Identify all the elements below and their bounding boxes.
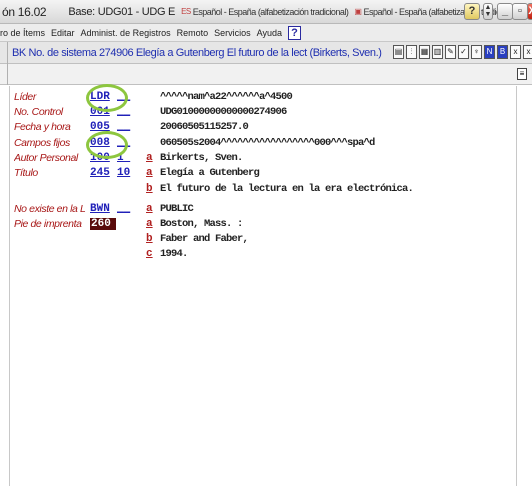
field-value[interactable]: 20060505115257.0 (160, 121, 249, 133)
subfield-code[interactable]: c (146, 248, 156, 260)
menu-administ-registros[interactable]: Administ. de Registros (81, 28, 171, 38)
subfield-code[interactable]: a (146, 218, 156, 230)
app-version: ón 16.02 (2, 4, 47, 19)
record-toolbar: ▤ ⫶ ▦ ▥ ✎ ✓ ♆ N B x x (393, 45, 532, 59)
language-selector-2[interactable]: ▣ Español - España (alfabetización tradi… (354, 7, 519, 17)
annotation-circle-ldr (86, 84, 128, 112)
field-tag-selected[interactable]: 260 (90, 218, 116, 230)
sub-toolbar: ≡ (0, 64, 532, 85)
title-bar: ón 16.02 Base: UDG01 - UDG E ES Español … (0, 0, 532, 24)
field-value[interactable]: Boston, Mass. : (160, 218, 243, 230)
help-icon[interactable]: ? (287, 25, 301, 40)
table-icon[interactable]: ▥ (432, 45, 443, 59)
field-row-245-b[interactable]: b El futuro de la lectura en la era elec… (0, 183, 532, 198)
split-icon[interactable]: ⫶ (406, 45, 417, 59)
field-label: Pie de imprenta (14, 218, 82, 230)
language-label-1: Español - España (alfabetización tradici… (192, 6, 349, 17)
field-label: Título (14, 167, 38, 179)
field-row-260-c[interactable]: c 1994. (0, 248, 532, 263)
menu-items[interactable]: ro de Ítems (0, 28, 45, 38)
field-value[interactable]: Faber and Faber, (160, 233, 249, 245)
printer-icon: ▣ (354, 7, 362, 16)
field-row-ldr[interactable]: Líder LDR __ ^^^^^nam^a22^^^^^^a^4500 (0, 91, 532, 106)
grid-icon[interactable]: ▦ (419, 45, 430, 59)
field-label: No. Control (14, 106, 63, 118)
subfield-code[interactable]: b (146, 183, 156, 195)
field-value[interactable]: UDG01000000000000274906 (160, 106, 287, 118)
field-row-260[interactable]: Pie de imprenta 260 a Boston, Mass. : (0, 218, 532, 233)
scroll-arrows-icon[interactable]: ▲ ▼ (483, 3, 493, 20)
subfield-code[interactable]: a (146, 152, 156, 164)
x-icon-1[interactable]: x (510, 45, 521, 59)
field-label: Líder (14, 91, 36, 103)
language-code: ES (181, 7, 191, 16)
minimize-button[interactable]: _ (497, 3, 513, 20)
field-label: Campos fijos (14, 137, 70, 149)
field-value[interactable]: 1994. (160, 248, 188, 260)
field-indicators[interactable]: 10 (117, 167, 145, 179)
field-value[interactable]: Birkerts, Sven. (160, 152, 243, 164)
x-icon-2[interactable]: x (523, 45, 532, 59)
field-label: Autor Personal (14, 152, 78, 164)
panel-edge (0, 64, 8, 85)
field-indicators[interactable]: __ (117, 203, 145, 215)
pen-icon[interactable]: ✎ (445, 45, 456, 59)
help-button[interactable]: ? (464, 3, 480, 20)
field-value[interactable]: 060505s2004^^^^^^^^^^^^^^^^^000^^^spa^d (160, 137, 375, 149)
subfield-code[interactable]: b (146, 233, 156, 245)
menu-ayuda[interactable]: Ayuda (257, 28, 282, 38)
close-button[interactable]: X (527, 3, 532, 20)
field-indicators[interactable]: __ (117, 121, 145, 133)
database-label: Base: UDG01 - UDG E (68, 5, 176, 18)
field-label: Fecha y hora (14, 121, 71, 133)
subfield-code[interactable]: a (146, 203, 156, 215)
check-icon[interactable]: ✓ (458, 45, 469, 59)
field-row-100[interactable]: Autor Personal 100 1 a Birkerts, Sven. (0, 152, 532, 167)
field-row-008[interactable]: Campos fijos 008 __ 060505s2004^^^^^^^^^… (0, 137, 532, 152)
menu-remoto[interactable]: Remoto (177, 28, 209, 38)
n-icon[interactable]: N (484, 45, 495, 59)
record-title: BK No. de sistema 274906 Elegía a Gutenb… (12, 46, 382, 59)
b-icon[interactable]: B (497, 45, 508, 59)
record-header-bar: BK No. de sistema 274906 Elegía a Gutenb… (0, 41, 532, 64)
document-icon[interactable]: ▤ (393, 45, 404, 59)
subfield-code[interactable]: a (146, 167, 156, 179)
field-row-245[interactable]: Título 245 10 a Elegía a Gutenberg (0, 167, 532, 182)
language-selector-1[interactable]: ES Español - España (alfabetización trad… (181, 6, 349, 17)
field-row-260-b[interactable]: b Faber and Faber, (0, 233, 532, 248)
maximize-button[interactable]: ▫ (512, 3, 528, 20)
field-row-001[interactable]: No. Control 001 __ UDG010000000000002749… (0, 106, 532, 121)
field-tag[interactable]: 245 (90, 167, 116, 179)
tree-icon[interactable]: ♆ (471, 45, 482, 59)
annotation-circle-008 (86, 131, 128, 159)
field-value[interactable]: ^^^^^nam^a22^^^^^^a^4500 (160, 91, 293, 103)
field-value[interactable]: Elegía a Gutenberg (160, 167, 260, 179)
field-value[interactable]: PUBLIC (160, 203, 194, 215)
field-tag[interactable]: BWN (90, 203, 116, 215)
menu-bar: ro de Ítems Editar Administ. de Registro… (0, 24, 532, 42)
menu-servicios[interactable]: Servicios (214, 28, 251, 38)
list-icon[interactable]: ≡ (517, 68, 527, 80)
panel-edge (0, 41, 8, 64)
language-label-2: Español - España (alfabetización tradici… (363, 6, 520, 17)
field-row-005[interactable]: Fecha y hora 005 __ 20060505115257.0 (0, 121, 532, 136)
field-value[interactable]: El futuro de la lectura en la era electr… (160, 183, 414, 195)
field-label: No existe en la L (14, 203, 86, 215)
field-row-bwn[interactable]: No existe en la L BWN __ a PUBLIC (0, 203, 532, 218)
menu-editar[interactable]: Editar (51, 28, 75, 38)
